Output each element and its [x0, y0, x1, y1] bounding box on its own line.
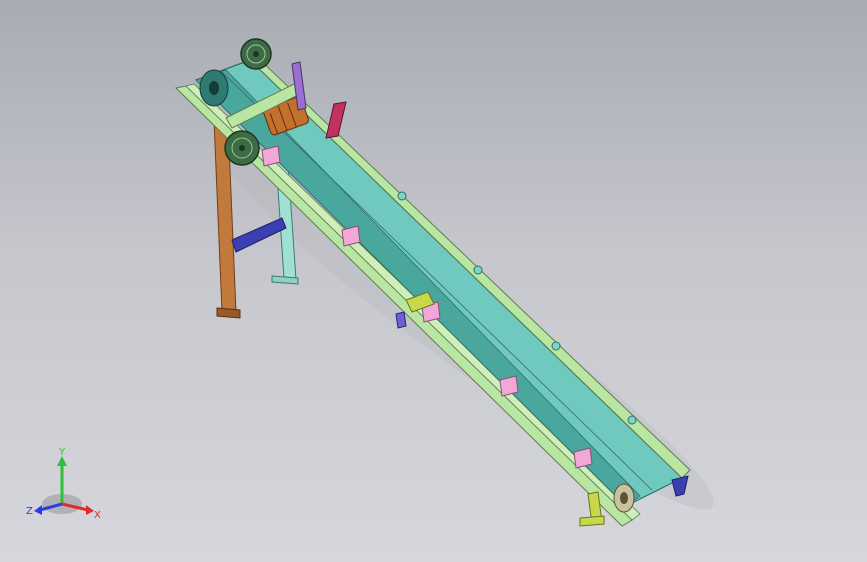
return-roller[interactable] [627, 415, 637, 425]
idler-bracket[interactable] [341, 225, 361, 247]
head-drum[interactable] [199, 69, 229, 107]
conveyor-model[interactable] [0, 0, 867, 562]
drive-pulley-upper[interactable] [240, 38, 272, 70]
belt-side-face [195, 69, 641, 507]
z-axis-label: Z [26, 506, 33, 517]
idler-bracket[interactable] [573, 447, 593, 469]
idler-bracket[interactable] [261, 145, 281, 167]
return-roller[interactable] [473, 265, 483, 275]
drive-pulley-lower[interactable] [224, 130, 260, 166]
cad-viewport[interactable]: Y X Z [0, 0, 867, 562]
return-roller[interactable] [551, 341, 561, 351]
z-axis-arrow-icon [34, 505, 42, 515]
orientation-triad[interactable]: Y X Z [22, 448, 106, 524]
cross-brace[interactable] [231, 217, 287, 253]
x-axis-label: X [94, 510, 101, 521]
y-axis-label: Y [58, 448, 66, 458]
mid-support-bracket[interactable] [395, 311, 407, 329]
tail-drum[interactable] [613, 483, 635, 513]
idler-bracket[interactable] [499, 375, 519, 397]
return-roller[interactable] [397, 191, 407, 201]
x-axis-arrow-icon [86, 505, 94, 515]
upper-frame-rail[interactable] [247, 55, 691, 479]
